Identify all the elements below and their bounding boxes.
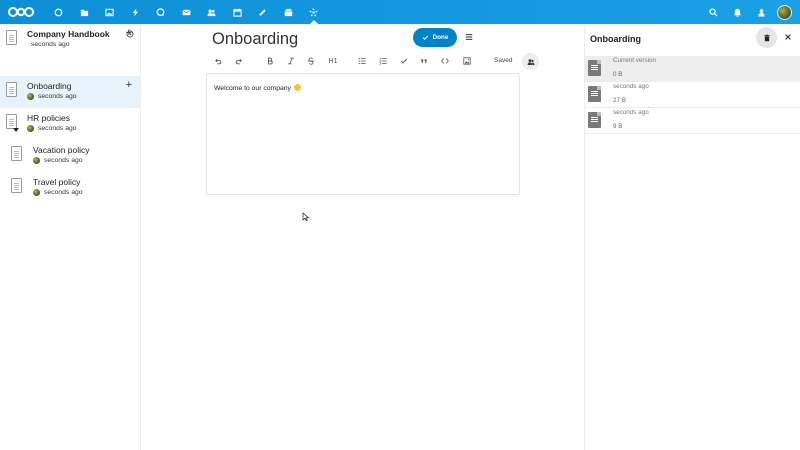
page-title: Company Handbook	[27, 29, 110, 39]
page-meta: seconds ago	[31, 41, 70, 48]
page-icon	[6, 114, 17, 129]
page-title-heading[interactable]: Onboarding	[212, 30, 298, 49]
mouse-cursor-icon	[302, 212, 310, 222]
photos-icon[interactable]	[97, 0, 123, 24]
sidebar-item-onboarding[interactable]: Onboarding seconds ago +	[0, 76, 140, 108]
editor-toolbar: H1	[212, 54, 542, 68]
version-item[interactable]: seconds ago 9 B	[585, 108, 800, 134]
page-meta: seconds ago	[27, 93, 77, 100]
people-icon	[527, 58, 535, 65]
version-label: seconds ago	[613, 83, 649, 90]
save-status: Saved	[494, 57, 513, 64]
collaborators-button[interactable]	[522, 53, 539, 70]
sidebar-item-travel-policy[interactable]: Travel policy seconds ago	[0, 172, 140, 204]
editor-content[interactable]: Welcome to our company	[214, 84, 301, 92]
versions-sidebar: Onboarding Current version 0 B seconds a…	[584, 24, 800, 450]
done-button-label: Done	[432, 34, 449, 41]
contacts-icon[interactable]	[199, 0, 225, 24]
document-icon	[588, 86, 601, 102]
bold-icon[interactable]	[264, 54, 276, 68]
sidebar-item-hr-policies[interactable]: HR policies seconds ago	[0, 108, 140, 140]
dashboard-icon[interactable]	[46, 0, 72, 24]
undo-icon[interactable]	[212, 54, 224, 68]
version-size: 27 B	[613, 97, 626, 104]
header-right	[701, 0, 792, 24]
version-item[interactable]: seconds ago 27 B	[585, 82, 800, 108]
sidebar-item-vacation-policy[interactable]: Vacation policy seconds ago	[0, 140, 140, 172]
insert-image-icon[interactable]	[461, 54, 473, 68]
close-icon	[785, 34, 791, 40]
mail-icon[interactable]	[174, 0, 200, 24]
collective-sidebar: Company Handbook seconds ago + Onboardin…	[0, 24, 141, 450]
trash-icon	[763, 34, 770, 41]
add-page-button[interactable]: +	[126, 80, 132, 91]
page-icon	[11, 178, 22, 193]
page-icon	[6, 82, 17, 97]
page-meta: seconds ago	[33, 157, 83, 164]
page-icon	[6, 30, 17, 45]
page-title: Vacation policy	[33, 145, 90, 155]
version-size: 0 B	[613, 71, 623, 78]
close-sidebar-button[interactable]	[782, 31, 794, 43]
top-bar	[0, 0, 800, 24]
done-button[interactable]: Done	[413, 28, 457, 47]
redo-icon[interactable]	[233, 54, 245, 68]
page-title: Onboarding	[27, 81, 72, 91]
emoji-icon	[293, 84, 301, 91]
search-icon[interactable]	[701, 0, 725, 24]
talk-icon[interactable]	[148, 0, 174, 24]
page-title: Travel policy	[33, 177, 81, 187]
notes-icon[interactable]	[250, 0, 276, 24]
app-menu	[46, 0, 327, 24]
italic-icon[interactable]	[285, 54, 297, 68]
bullet-list-icon[interactable]	[356, 54, 368, 68]
deck-icon[interactable]	[276, 0, 302, 24]
user-avatar[interactable]	[777, 4, 792, 20]
sidebar-item-company-handbook[interactable]: Company Handbook seconds ago +	[0, 24, 140, 56]
blockquote-icon[interactable]	[418, 54, 430, 68]
version-label: seconds ago	[613, 109, 649, 116]
check-icon	[422, 35, 428, 40]
avatar	[33, 189, 40, 196]
add-page-button[interactable]: +	[126, 28, 132, 39]
heading-label: H1	[328, 57, 338, 65]
version-size: 9 B	[613, 123, 623, 130]
page-actions-menu-icon[interactable]	[465, 33, 473, 41]
collectives-icon[interactable]	[301, 0, 327, 24]
activity-icon[interactable]	[123, 0, 149, 24]
nextcloud-logo[interactable]	[4, 0, 38, 24]
notifications-icon[interactable]	[725, 0, 749, 24]
avatar	[33, 157, 40, 164]
versions-panel-title: Onboarding	[590, 34, 641, 44]
version-item-current[interactable]: Current version 0 B	[585, 56, 800, 82]
checklist-icon[interactable]	[398, 54, 410, 68]
delete-button[interactable]	[756, 27, 777, 48]
avatar	[27, 125, 34, 132]
collapse-caret-icon[interactable]	[13, 128, 19, 132]
contacts-menu-icon[interactable]	[749, 0, 773, 24]
document-icon	[588, 112, 601, 128]
strikethrough-icon[interactable]	[305, 54, 317, 68]
avatar	[27, 93, 34, 100]
version-label: Current version	[613, 57, 657, 64]
document-icon	[588, 60, 601, 76]
page-meta: seconds ago	[33, 189, 83, 196]
calendar-icon[interactable]	[225, 0, 251, 24]
code-block-icon[interactable]	[439, 54, 451, 68]
page-meta: seconds ago	[27, 125, 77, 132]
numbered-list-icon[interactable]	[377, 54, 389, 68]
text-editor[interactable]: Welcome to our company	[206, 73, 520, 195]
page-icon	[11, 146, 22, 161]
page-title: HR policies	[27, 113, 70, 123]
heading-button[interactable]: H1	[326, 54, 340, 68]
files-icon[interactable]	[72, 0, 98, 24]
